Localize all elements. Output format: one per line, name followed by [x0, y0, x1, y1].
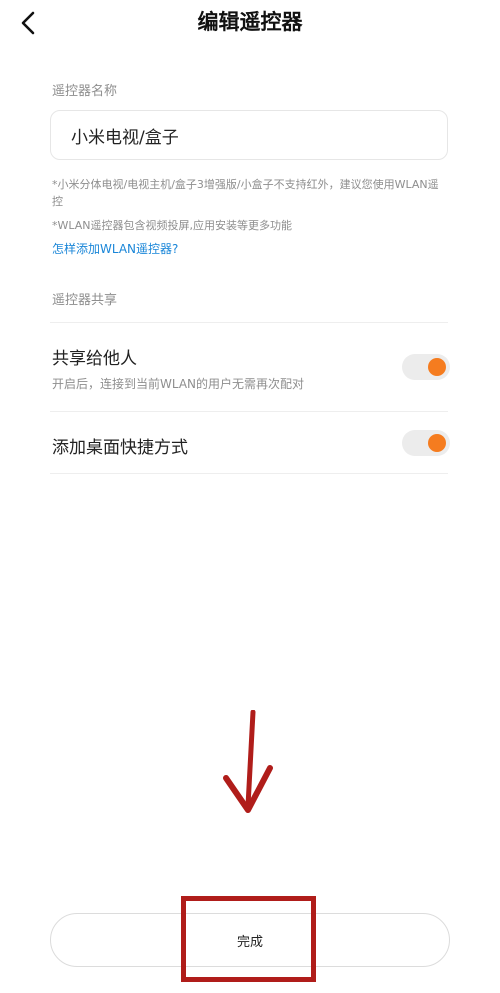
remote-name-input[interactable] — [51, 111, 447, 159]
header: 编辑遥控器 — [0, 0, 500, 44]
page-title: 编辑遥控器 — [197, 10, 303, 34]
remote-share-label: 遥控器共享 — [52, 293, 118, 308]
toggle-knob — [428, 358, 446, 376]
highlight-box-annotation — [181, 896, 316, 982]
desktop-shortcut-title: 添加桌面快捷方式 — [52, 438, 188, 458]
wlan-feature-note: *WLAN遥控器包含视频投屏,应用安装等更多功能 — [52, 219, 293, 232]
remote-name-label: 遥控器名称 — [52, 84, 118, 99]
divider — [50, 322, 448, 323]
desktop-shortcut-toggle[interactable] — [402, 430, 450, 456]
divider — [50, 473, 448, 474]
share-to-others-toggle[interactable] — [402, 354, 450, 380]
down-arrow-annotation — [223, 710, 273, 813]
add-wlan-remote-help-link[interactable]: 怎样添加WLAN遥控器? — [52, 240, 178, 257]
remote-name-field[interactable] — [50, 110, 448, 160]
infrared-note: *小米分体电视/电视主机/盒子3增强版/小盒子不支持红外，建议您使用WLAN遥控 — [52, 178, 439, 208]
share-to-others-title: 共享给他人 — [52, 349, 137, 369]
toggle-knob — [428, 434, 446, 452]
share-to-others-desc: 开启后，连接到当前WLAN的用户无需再次配对 — [52, 377, 305, 391]
divider — [50, 411, 448, 412]
